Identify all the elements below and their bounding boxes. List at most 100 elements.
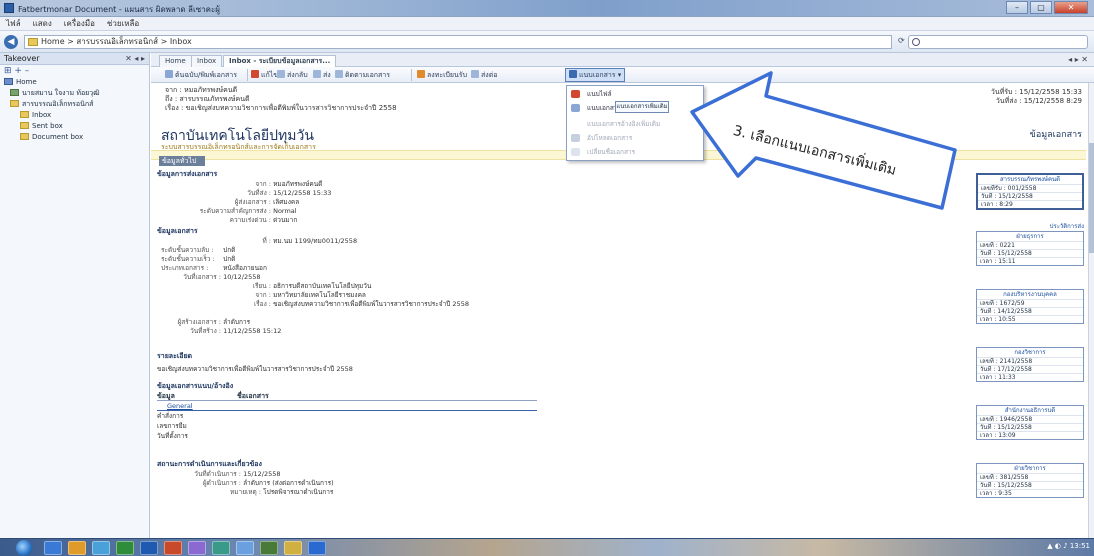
routing-card[interactable]: กองบริหารงานบุคคล เลขที่ : 1672/59 วันที…: [976, 289, 1084, 324]
menu-item-attach-reference[interactable]: แนบเอกสารอ้างอิงเพิ่มเติม: [567, 118, 703, 130]
tab-inbox[interactable]: Inbox: [191, 55, 223, 67]
menu-item-upload[interactable]: อัปโหลดเอกสาร: [567, 132, 703, 144]
tree-item-saraban[interactable]: สารบรรณอิเล็กทรอนิกส์: [0, 99, 149, 110]
menu-view[interactable]: แสดง: [33, 17, 52, 30]
menu-item-attach-file[interactable]: แนบไฟล์: [567, 88, 703, 100]
tab-document[interactable]: Inbox - ระเบียบข้อมูลเอกสาร...: [223, 55, 337, 67]
tab-controls[interactable]: ◂ ▸ ✕: [1068, 55, 1088, 64]
menu-file[interactable]: ไฟล์: [6, 17, 21, 30]
folder-icon: [28, 38, 38, 46]
tree-item-sentbox[interactable]: Sent box: [0, 121, 149, 132]
tree-label: Inbox: [32, 111, 52, 119]
routing-column: สารบรรณภัทรพงษ์คนดี เลขที่รับ : 001/2558…: [976, 163, 1088, 538]
refresh-icon[interactable]: ⟳: [898, 36, 905, 45]
taskbar-app[interactable]: [308, 541, 326, 555]
menu-item-rename[interactable]: เปลี่ยนชื่อเอกสาร: [567, 146, 703, 158]
pencil-icon: [251, 70, 259, 78]
taskbar-app[interactable]: [164, 541, 182, 555]
routing-card[interactable]: ฝ่ายวิชาการ เลขที่ : 381/2558 วันที่ : 1…: [976, 463, 1084, 498]
user-icon: [10, 89, 19, 96]
taskbar-app[interactable]: [140, 541, 158, 555]
menu-tools[interactable]: เครื่องมือ: [64, 17, 95, 30]
tree-item-user[interactable]: นายสมาน ใจงาม ท้อยวุฒิ: [0, 88, 149, 99]
attach-dropdown-menu: แนบไฟล์ แนบเอกสารอิเล็กทรอนิกส์ แนบเอกสา…: [566, 85, 704, 161]
routing-card[interactable]: ฝ่ายธุรการ เลขที่ : 0221 วันที่ : 15/12/…: [976, 231, 1084, 266]
sidebar-title: Takeover: [4, 54, 40, 63]
routing-card[interactable]: สำนักงานอธิการบดี เลขที่ : 1946/2558 วัน…: [976, 405, 1084, 440]
attachment-table-header: ข้อมูล ชื่อเอกสาร: [157, 391, 537, 401]
attach-file-icon: [571, 90, 580, 98]
rename-icon: [571, 148, 580, 156]
taskbar-app[interactable]: [212, 541, 230, 555]
app-window: Fatbertmonar Document - แผนสาร ผิดพลาด ล…: [0, 0, 1094, 556]
taskbar-app[interactable]: [92, 541, 110, 555]
menu-item-attach-more[interactable]: แนบเอกสารเพิ่มเติม: [615, 101, 669, 113]
taskbar-app[interactable]: [236, 541, 254, 555]
table-row: เลขการยืม: [157, 422, 187, 430]
section-detail: รายละเอียด: [157, 352, 193, 360]
maximize-button[interactable]: ▢: [1030, 1, 1052, 14]
toolbar-divider: [247, 69, 248, 81]
edit-button[interactable]: แก้ไข: [251, 69, 278, 81]
window-title: Fatbertmonar Document - แผนสาร ผิดพลาด ล…: [18, 5, 220, 14]
reply-icon: [277, 70, 285, 78]
search-input[interactable]: [908, 35, 1088, 49]
new-document-button[interactable]: ต้นฉบับ/พิมพ์เอกสาร: [165, 69, 237, 81]
start-button[interactable]: [16, 540, 32, 556]
taskbar-app[interactable]: [116, 541, 134, 555]
menu-help[interactable]: ช่วยเหลือ: [107, 17, 139, 30]
taskbar-app[interactable]: [284, 541, 302, 555]
tree-item-home[interactable]: Home: [0, 77, 149, 88]
send-button[interactable]: ส่ง: [313, 69, 331, 81]
tree-item-inbox[interactable]: Inbox: [0, 110, 149, 121]
document-icon: [165, 70, 173, 78]
routing-card[interactable]: สารบรรณภัทรพงษ์คนดี เลขที่รับ : 001/2558…: [976, 173, 1084, 210]
taskbar-app[interactable]: [260, 541, 278, 555]
sidebar: Takeover ✕ ◂ ▸ ⊞ + – Home นายสมาน ใจงาม …: [0, 53, 150, 538]
window-controls: – ▢ ✕: [1006, 1, 1088, 14]
routing-card[interactable]: กองวิชาการ เลขที่ : 2141/2558 วันที่ : 1…: [976, 347, 1084, 382]
system-tray: ▲ ◐ ♪ 13:51: [1047, 542, 1090, 550]
taskbar-app[interactable]: [68, 541, 86, 555]
taskbar-app[interactable]: [44, 541, 62, 555]
upload-icon: [571, 134, 580, 142]
header-sent: วันที่ส่ง : 15/12/2558 8:29: [995, 97, 1082, 105]
send-back-button[interactable]: ส่งกลับ: [277, 69, 308, 81]
forward-button[interactable]: ส่งต่อ: [471, 69, 497, 81]
sidebar-controls[interactable]: ✕ ◂ ▸: [125, 53, 145, 65]
doc-general-tab[interactable]: ข้อมูลทั่วไป: [159, 156, 205, 166]
sidebar-header: Takeover ✕ ◂ ▸: [0, 53, 149, 65]
register-button[interactable]: ลงทะเบียนรับ: [417, 69, 467, 81]
back-button[interactable]: ◀: [4, 35, 18, 49]
document-icon: [571, 104, 580, 112]
vertical-scrollbar[interactable]: [1088, 83, 1094, 538]
minimize-button[interactable]: –: [1006, 1, 1028, 14]
scroll-thumb[interactable]: [1089, 143, 1094, 253]
search-icon: [912, 38, 920, 46]
track-icon: [335, 70, 343, 78]
sidebar-tools[interactable]: ⊞ + –: [0, 65, 149, 77]
paperclip-icon: [569, 70, 577, 78]
taskbar-app[interactable]: [188, 541, 206, 555]
attachment-row-general[interactable]: General: [157, 401, 537, 411]
home-icon: [4, 78, 13, 85]
document-label: ข้อมูลเอกสาร: [1029, 130, 1082, 140]
tree-label: นายสมาน ใจงาม ท้อยวุฒิ: [22, 89, 100, 97]
register-icon: [417, 70, 425, 78]
routing-history-link[interactable]: ประวัติการส่ง: [1050, 221, 1084, 231]
address-bar: ◀ Home > สารบรรณอิเล็กทรอนิกส์ > Inbox ⟳: [0, 31, 1094, 53]
attach-button[interactable]: แนบเอกสาร ▾: [565, 68, 626, 82]
tree-label: Sent box: [32, 122, 63, 130]
forward-icon: [471, 70, 479, 78]
table-row: คำสั่งการ: [157, 412, 184, 420]
tree-label: สารบรรณอิเล็กทรอนิกส์: [22, 100, 94, 108]
send-icon: [313, 70, 321, 78]
tab-home[interactable]: Home: [159, 55, 192, 67]
app-icon: [4, 3, 14, 13]
address-field[interactable]: Home > สารบรรณอิเล็กทรอนิกส์ > Inbox: [24, 35, 892, 49]
header-subject: เรื่อง : ขอเชิญส่งบทความวิชาการเพื่อตีพิ…: [165, 104, 397, 112]
field-row: หมายเหตุ : โปรดพิจารณาดำเนินการ: [229, 488, 334, 496]
close-button[interactable]: ✕: [1054, 1, 1088, 14]
track-button[interactable]: ติดตามเอกสาร: [335, 69, 390, 81]
tree-item-documentbox[interactable]: Document box: [0, 132, 149, 143]
